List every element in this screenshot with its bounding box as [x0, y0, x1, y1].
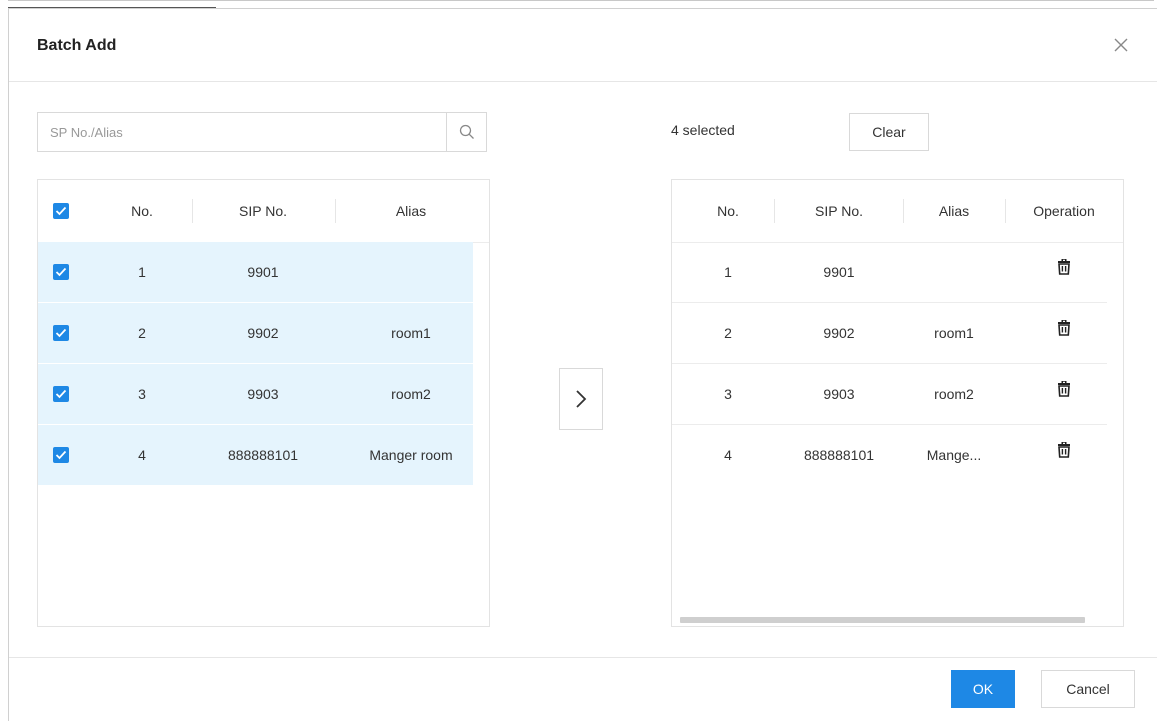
row-checkbox-cell: [42, 364, 80, 424]
cell-no: 2: [724, 325, 732, 341]
dialog-title: Batch Add: [37, 37, 117, 54]
cell-operation: [1006, 297, 1122, 357]
cell-no: 3: [138, 386, 146, 402]
row-checkbox-cell: [42, 242, 80, 302]
cell-alias: Mange...: [926, 447, 982, 463]
clear-button[interactable]: Clear: [849, 113, 929, 151]
cell-no: 3: [724, 386, 732, 402]
cell-no: 2: [138, 325, 146, 341]
row-checkbox-cell: [42, 425, 80, 485]
chevron-right-icon: [576, 390, 587, 408]
cell-sip: 9901: [247, 264, 279, 280]
trash-icon[interactable]: [1056, 440, 1072, 458]
table-header: No. SIP No. Alias Operation: [672, 180, 1123, 243]
row-checkbox-cell: [42, 303, 80, 363]
search-input[interactable]: [38, 113, 446, 151]
row-checkbox[interactable]: [53, 386, 69, 402]
cell-alias: room1: [934, 325, 974, 341]
trash-icon[interactable]: [1056, 379, 1072, 397]
column-header-sip: SIP No.: [239, 203, 287, 219]
search-icon[interactable]: [446, 113, 486, 151]
column-header-sip: SIP No.: [815, 203, 863, 219]
table-row: 3 9903 room2: [672, 364, 1107, 425]
footer-divider: [9, 657, 1157, 658]
cell-alias: room2: [934, 386, 974, 402]
table-row: 4 888888101 Mange...: [672, 425, 1107, 486]
cancel-button[interactable]: Cancel: [1041, 670, 1135, 708]
table-row: 2 9902 room1: [672, 303, 1107, 364]
table-row[interactable]: 4 888888101 Manger room: [38, 425, 473, 486]
table-row: 1 9901: [672, 242, 1107, 303]
cell-sip: 9901: [823, 264, 855, 280]
cell-operation: [1006, 419, 1122, 479]
table-row[interactable]: 2 9902 room1: [38, 303, 473, 364]
horizontal-scrollbar[interactable]: [680, 617, 1085, 623]
cell-no: 1: [138, 264, 146, 280]
select-all-checkbox[interactable]: [53, 203, 69, 219]
transfer-button[interactable]: [559, 368, 603, 430]
cell-no: 4: [724, 447, 732, 463]
selected-devices-table: No. SIP No. Alias Operation 1 9901 2 990…: [671, 179, 1124, 627]
selected-count: 4 selected: [671, 122, 735, 138]
row-checkbox[interactable]: [53, 447, 69, 463]
cell-alias: room1: [391, 325, 431, 341]
search-box: [37, 112, 487, 152]
batch-add-dialog: Batch Add 4 selected Clear No. SIP No. A…: [8, 8, 1157, 721]
cell-alias: [336, 242, 486, 302]
row-checkbox[interactable]: [53, 264, 69, 280]
cell-operation: [1006, 236, 1122, 296]
column-header-no: No.: [717, 203, 739, 219]
cell-alias: [904, 242, 1004, 302]
table-header: No. SIP No. Alias: [38, 180, 489, 243]
trash-icon[interactable]: [1056, 318, 1072, 336]
cell-sip: 9903: [247, 386, 279, 402]
column-header-operation: Operation: [1033, 203, 1095, 219]
column-header-alias: Alias: [938, 203, 970, 219]
available-devices-table: No. SIP No. Alias 1 9901 2 9902 room1 3 …: [37, 179, 490, 627]
column-header-alias: Alias: [395, 203, 427, 219]
column-header-no: No.: [131, 203, 153, 219]
window-top-border: [8, 0, 1154, 1]
cell-alias: Manger room: [369, 447, 453, 463]
select-all-cell: [42, 180, 80, 242]
trash-icon[interactable]: [1056, 257, 1072, 275]
cell-alias: room2: [391, 386, 431, 402]
cell-sip: 888888101: [227, 447, 299, 463]
cell-operation: [1006, 358, 1122, 418]
dialog-header: Batch Add: [9, 9, 1157, 82]
ok-button[interactable]: OK: [951, 670, 1015, 708]
row-checkbox[interactable]: [53, 325, 69, 341]
cell-sip: 9903: [823, 386, 855, 402]
cell-sip: 888888101: [803, 447, 875, 463]
cell-no: 1: [724, 264, 732, 280]
close-icon[interactable]: [1109, 33, 1133, 57]
cell-sip: 9902: [247, 325, 279, 341]
cell-sip: 9902: [823, 325, 855, 341]
cell-no: 4: [138, 447, 146, 463]
table-row[interactable]: 1 9901: [38, 242, 473, 303]
table-row[interactable]: 3 9903 room2: [38, 364, 473, 425]
